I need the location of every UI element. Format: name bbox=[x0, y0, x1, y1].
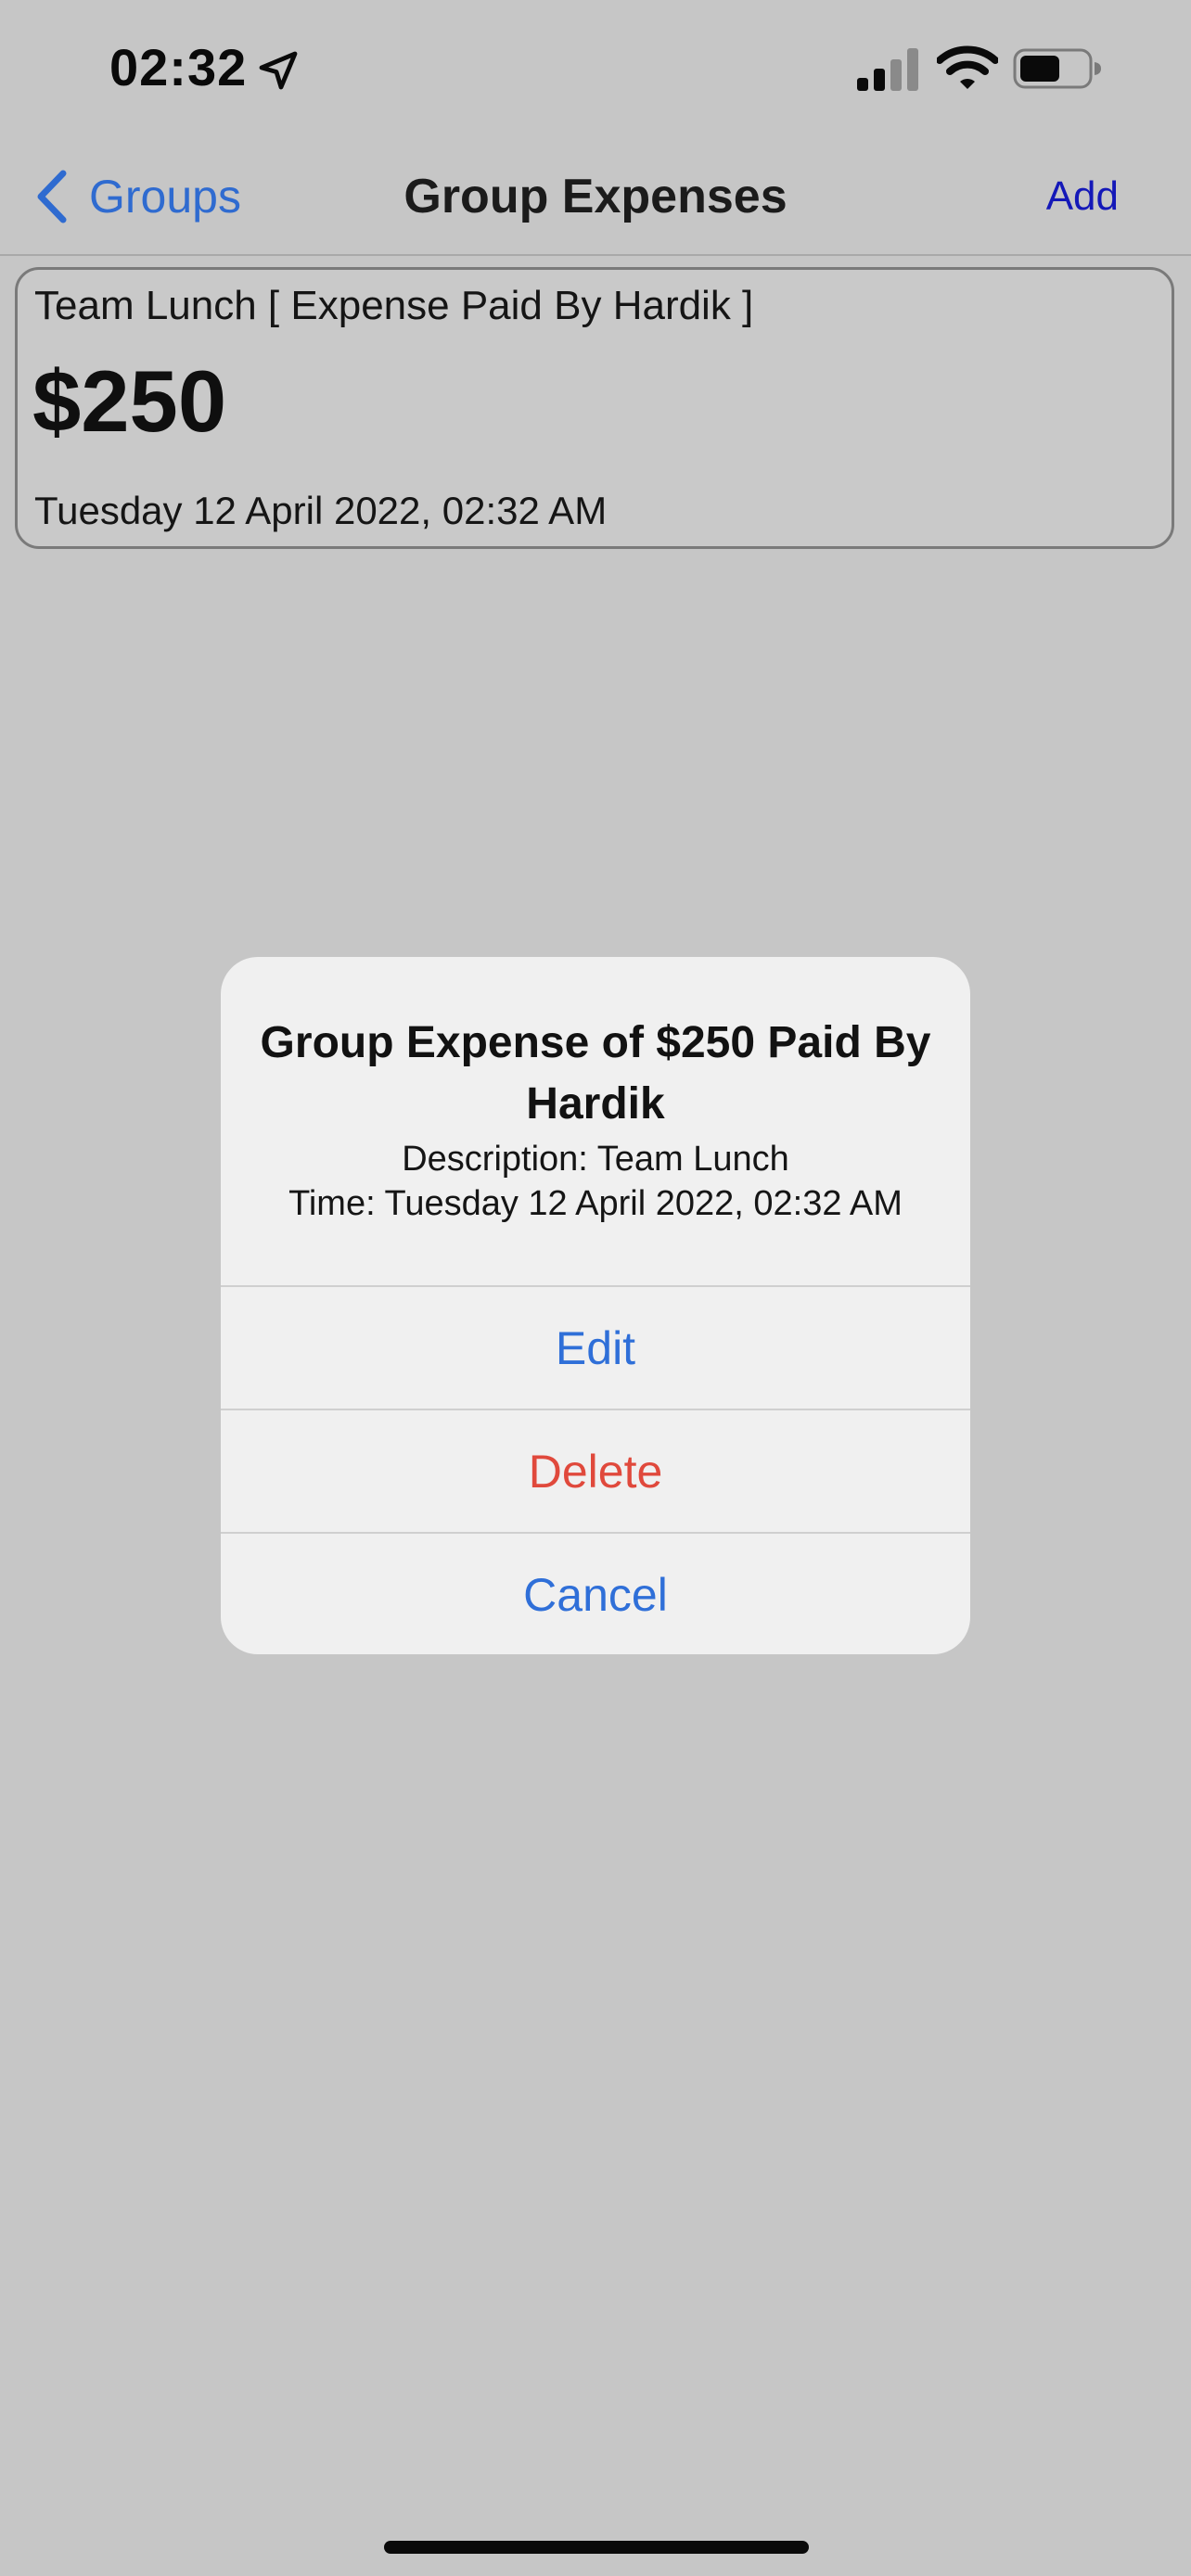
alert-header: Group Expense of $250 Paid By Hardik Des… bbox=[221, 957, 970, 1285]
alert-description: Description: Team Lunch bbox=[402, 1140, 789, 1179]
cancel-button[interactable]: Cancel bbox=[221, 1532, 970, 1654]
action-alert: Group Expense of $250 Paid By Hardik Des… bbox=[221, 957, 970, 1654]
alert-time: Time: Tuesday 12 April 2022, 02:32 AM bbox=[288, 1184, 903, 1223]
delete-button[interactable]: Delete bbox=[221, 1409, 970, 1533]
home-indicator[interactable] bbox=[384, 2541, 809, 2554]
alert-title: Group Expense of $250 Paid By Hardik bbox=[260, 1018, 931, 1129]
edit-button[interactable]: Edit bbox=[221, 1285, 970, 1409]
